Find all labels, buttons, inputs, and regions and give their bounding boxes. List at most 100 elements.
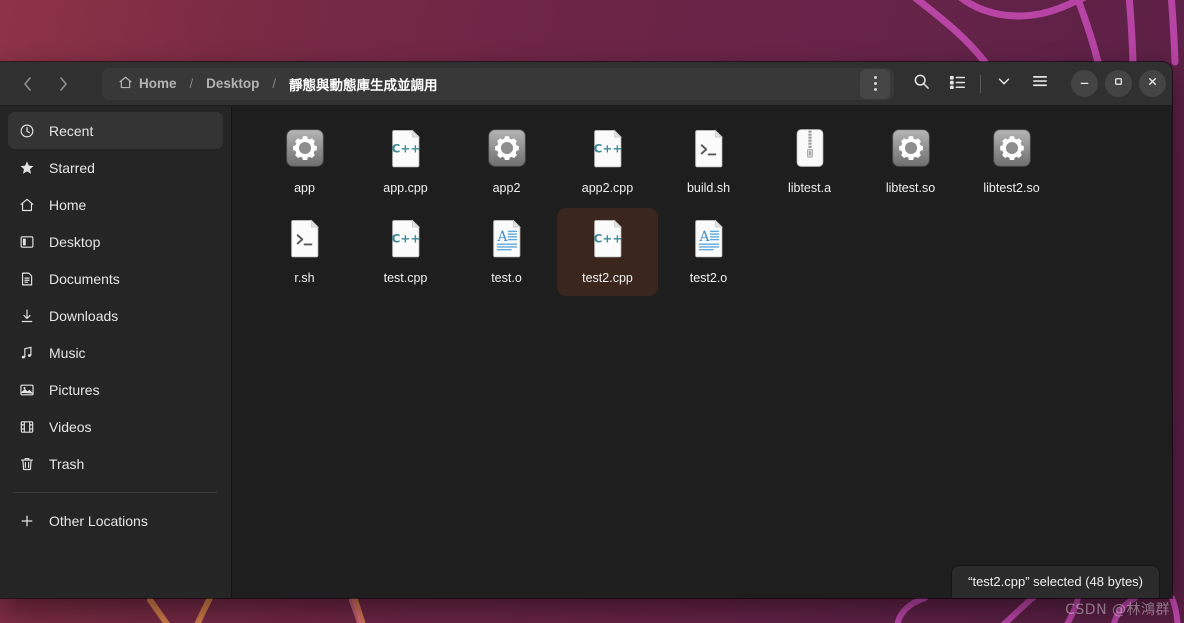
breadcrumb-label: Desktop — [206, 76, 260, 91]
svg-text:C++: C++ — [391, 232, 420, 246]
sidebar-item-desktop[interactable]: Desktop — [8, 223, 223, 260]
executable-gear-icon — [988, 124, 1036, 172]
file-label: libtest.a — [787, 181, 832, 195]
file-label: r.sh — [294, 271, 315, 285]
back-button[interactable] — [10, 69, 44, 99]
chevron-down-icon — [996, 73, 1012, 94]
file-item-libtest-so[interactable]: libtest.so — [860, 118, 961, 206]
minimize-button[interactable] — [1071, 70, 1098, 97]
breadcrumb-item-desktop[interactable]: Desktop — [204, 74, 261, 93]
breadcrumb-label: Home — [139, 76, 177, 91]
sidebar-item-other-locations[interactable]: Other Locations — [8, 502, 223, 539]
star-icon — [18, 159, 35, 176]
executable-gear-icon — [483, 124, 531, 172]
file-manager-window: Home / Desktop / 靜態與動態庫生成並調用 Recent Star… — [0, 62, 1172, 598]
file-label: test.cpp — [383, 271, 428, 285]
breadcrumb-label: 靜態與動態庫生成並調用 — [289, 77, 438, 93]
sidebar-item-home[interactable]: Home — [8, 186, 223, 223]
sidebar-item-videos[interactable]: Videos — [8, 408, 223, 445]
sidebar-item-label: Documents — [49, 270, 120, 287]
breadcrumb-item-current[interactable]: 靜態與動態庫生成並調用 — [287, 72, 440, 96]
shell-script-icon — [685, 124, 733, 172]
file-label: libtest.so — [885, 181, 936, 195]
sidebar-item-documents[interactable]: Documents — [8, 260, 223, 297]
list-view-icon — [949, 73, 966, 95]
sidebar-item-recent[interactable]: Recent — [8, 112, 223, 149]
executable-gear-icon — [281, 124, 329, 172]
text-document-icon: A — [483, 214, 531, 262]
header-toolbar — [904, 68, 1166, 100]
breadcrumb: Home / Desktop / 靜態與動態庫生成並調用 — [102, 72, 860, 96]
view-options-button[interactable] — [987, 68, 1021, 100]
sidebar-item-label: Starred — [49, 159, 95, 176]
file-item-app-cpp[interactable]: C++ app.cpp — [355, 118, 456, 206]
cpp-source-icon: C++ — [584, 214, 632, 262]
breadcrumb-item-home[interactable]: Home — [116, 73, 179, 95]
hamburger-menu-icon — [1031, 72, 1049, 95]
navigation-buttons — [4, 69, 80, 99]
maximize-icon — [1112, 75, 1125, 93]
svg-text:C++: C++ — [391, 142, 420, 156]
main-menu-button[interactable] — [1023, 68, 1057, 100]
file-item-app[interactable]: app — [254, 118, 355, 206]
file-grid: app C++ app.cpp app2 C++ app2.cpp build.… — [254, 118, 1158, 298]
svg-text:C++: C++ — [593, 232, 622, 246]
vertical-dots-icon — [873, 76, 877, 91]
music-icon — [18, 344, 35, 361]
document-icon — [18, 270, 35, 287]
clock-icon — [18, 122, 35, 139]
file-item-app2-cpp[interactable]: C++ app2.cpp — [557, 118, 658, 206]
file-label: app — [294, 181, 315, 195]
sidebar-item-label: Desktop — [49, 233, 101, 250]
window-body: Recent Starred Home Desktop Documents Do… — [0, 106, 1172, 598]
file-item-test2-o[interactable]: A test2.o — [658, 208, 759, 296]
home-icon — [118, 75, 133, 93]
sidebar: Recent Starred Home Desktop Documents Do… — [0, 106, 232, 598]
sidebar-item-pictures[interactable]: Pictures — [8, 371, 223, 408]
file-item-test2-cpp[interactable]: C++ test2.cpp — [557, 208, 658, 296]
file-label: test.o — [491, 271, 522, 285]
sidebar-item-starred[interactable]: Starred — [8, 149, 223, 186]
close-icon — [1146, 75, 1159, 93]
sidebar-item-label: Pictures — [49, 381, 100, 398]
file-item-r-sh[interactable]: r.sh — [254, 208, 355, 296]
forward-button[interactable] — [46, 69, 80, 99]
path-bar[interactable]: Home / Desktop / 靜態與動態庫生成並調用 — [102, 67, 894, 100]
toolbar-divider — [980, 74, 981, 93]
sidebar-item-trash[interactable]: Trash — [8, 445, 223, 482]
file-label: app.cpp — [383, 181, 428, 195]
search-icon — [913, 73, 930, 95]
desktop-background: Home / Desktop / 靜態與動態庫生成並調用 Recent Star… — [0, 0, 1184, 623]
file-item-test-o[interactable]: A test.o — [456, 208, 557, 296]
archive-icon — [786, 124, 834, 172]
sidebar-item-downloads[interactable]: Downloads — [8, 297, 223, 334]
file-view[interactable]: app C++ app.cpp app2 C++ app2.cpp build.… — [232, 106, 1172, 598]
cpp-source-icon: C++ — [382, 124, 430, 172]
sidebar-item-label: Other Locations — [49, 512, 148, 529]
search-button[interactable] — [904, 68, 938, 100]
svg-text:A: A — [496, 229, 508, 245]
file-item-app2[interactable]: app2 — [456, 118, 557, 206]
sidebar-divider — [14, 492, 217, 493]
path-menu-button[interactable] — [860, 68, 890, 99]
svg-text:A: A — [698, 229, 710, 245]
file-label: libtest2.so — [983, 181, 1040, 195]
breadcrumb-separator: / — [189, 76, 194, 91]
file-item-libtest-a[interactable]: libtest.a — [759, 118, 860, 206]
sidebar-item-label: Music — [49, 344, 86, 361]
close-button[interactable] — [1139, 70, 1166, 97]
sidebar-item-label: Videos — [49, 418, 92, 435]
view-mode-button[interactable] — [940, 68, 974, 100]
window-headerbar: Home / Desktop / 靜態與動態庫生成並調用 — [0, 62, 1172, 106]
download-icon — [18, 307, 35, 324]
file-item-test-cpp[interactable]: C++ test.cpp — [355, 208, 456, 296]
sidebar-item-music[interactable]: Music — [8, 334, 223, 371]
file-label: build.sh — [686, 181, 731, 195]
maximize-button[interactable] — [1105, 70, 1132, 97]
cpp-source-icon: C++ — [382, 214, 430, 262]
file-item-libtest2-so[interactable]: libtest2.so — [961, 118, 1062, 206]
file-item-build-sh[interactable]: build.sh — [658, 118, 759, 206]
plus-icon — [18, 512, 35, 529]
sidebar-item-label: Downloads — [49, 307, 119, 324]
sidebar-item-label: Home — [49, 196, 87, 213]
